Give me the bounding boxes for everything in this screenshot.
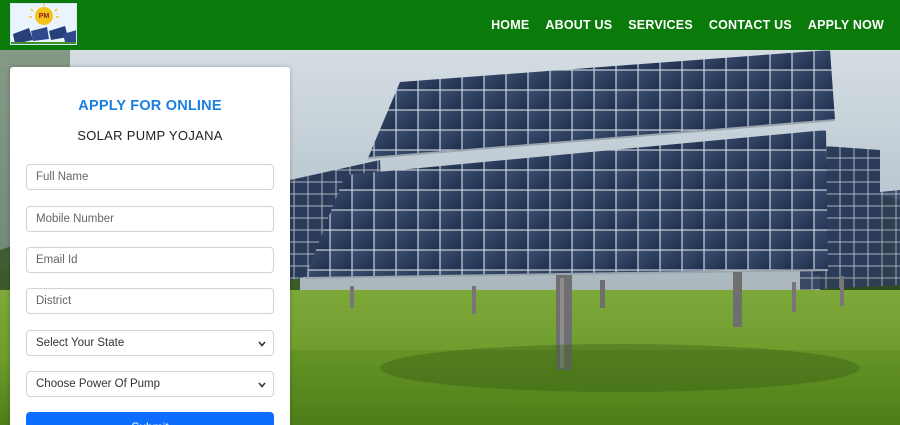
district-input[interactable]: District [26, 288, 274, 314]
apply-form-card: APPLY FOR ONLINE SOLAR PUMP YOJANA Full … [10, 67, 290, 425]
chevron-down-icon [258, 341, 266, 347]
mobile-number-input[interactable]: Mobile Number [26, 206, 274, 232]
nav-services[interactable]: SERVICES [628, 18, 693, 32]
state-select[interactable]: Select Your State [26, 330, 274, 356]
email-placeholder: Email Id [36, 254, 78, 266]
navbar: PM HOME ABOUT US SERVICES CONTACT US APP… [0, 0, 900, 50]
email-input[interactable]: Email Id [26, 247, 274, 273]
full-name-input[interactable]: Full Name [26, 164, 274, 190]
nav-home[interactable]: HOME [491, 18, 529, 32]
chevron-down-icon [258, 382, 266, 388]
district-placeholder: District [36, 295, 72, 307]
form-subtitle: SOLAR PUMP YOJANA [77, 128, 223, 143]
nav-apply-now[interactable]: APPLY NOW [808, 18, 884, 32]
logo-text: PM [39, 13, 50, 20]
full-name-placeholder: Full Name [36, 171, 89, 183]
pump-power-select[interactable]: Choose Power Of Pump [26, 371, 274, 397]
main-nav: HOME ABOUT US SERVICES CONTACT US APPLY … [491, 0, 884, 50]
site-logo[interactable]: PM [10, 3, 77, 45]
pump-select-value: Choose Power Of Pump [36, 378, 161, 390]
state-select-value: Select Your State [36, 337, 125, 349]
submit-button[interactable]: Submit [26, 412, 274, 425]
nav-contact-us[interactable]: CONTACT US [709, 18, 792, 32]
form-title: APPLY FOR ONLINE [78, 98, 222, 114]
nav-about-us[interactable]: ABOUT US [545, 18, 612, 32]
mobile-number-placeholder: Mobile Number [36, 213, 114, 225]
